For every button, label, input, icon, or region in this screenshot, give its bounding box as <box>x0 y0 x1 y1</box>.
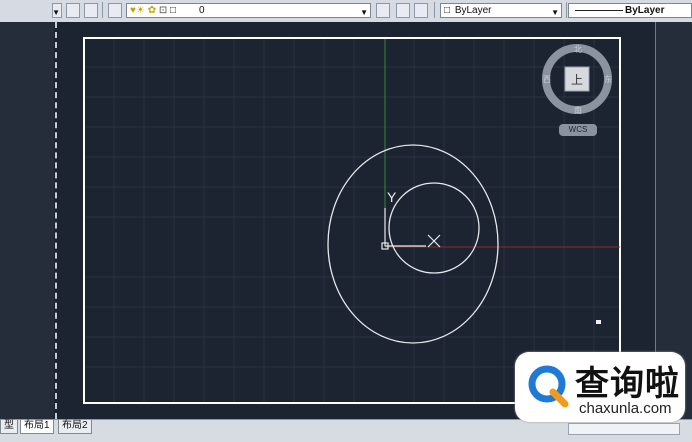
inner-circle <box>388 182 480 274</box>
watermark-logo: 查询啦 chaxunla.com <box>515 352 685 422</box>
color-dropdown[interactable]: □ ByLayer ▼ <box>440 3 562 18</box>
magnifier-q-icon <box>528 365 569 408</box>
color-value: ByLayer <box>454 5 492 16</box>
grip-marker[interactable] <box>596 320 601 324</box>
color-swatch-icon: □ <box>444 5 451 16</box>
watermark-url: chaxunla.com <box>579 400 672 417</box>
compass-east[interactable]: 东 <box>604 74 612 85</box>
color-swatch-icon: □ <box>170 5 177 16</box>
watermark-title: 查询啦 <box>575 365 680 403</box>
linetype-dropdown[interactable]: ByLayer <box>568 3 692 18</box>
tab-layout1[interactable]: 布局1 <box>20 420 54 434</box>
chevron-down-icon: ▼ <box>360 8 368 17</box>
left-margin-panel <box>0 22 54 419</box>
compass-north[interactable]: 北 <box>574 44 582 55</box>
wcs-menu-button[interactable]: WCS <box>559 124 597 136</box>
dashed-divider <box>55 22 57 419</box>
lightbulb-icon: ♥☀ <box>130 5 145 16</box>
layer-match-icon[interactable] <box>414 3 428 18</box>
layout-tab-bar: 型 布局1 布局2 <box>0 419 692 442</box>
toolbar-separator <box>566 2 567 18</box>
tab-layout2[interactable]: 布局2 <box>58 420 92 434</box>
layer-states-icon[interactable] <box>84 3 98 18</box>
toolbar-dropdown-arrow[interactable]: ▼ <box>52 3 62 18</box>
chevron-down-icon: ▼ <box>551 8 559 17</box>
viewcube[interactable]: 上 北 南 东 西 <box>540 42 614 116</box>
linetype-preview <box>575 10 623 11</box>
viewcube-top-face[interactable]: 上 <box>571 71 583 88</box>
layer-properties-icon[interactable] <box>66 3 80 18</box>
freeze-sun-icon: ✿ <box>147 5 157 16</box>
lock-icon: ⊡ <box>158 5 168 16</box>
layer-dropdown[interactable]: ♥☀ ✿ ⊡ □ 0 ▼ <box>126 3 371 18</box>
make-current-icon[interactable] <box>108 3 122 18</box>
horizontal-scrollbar[interactable] <box>568 423 680 435</box>
toolbar-separator <box>102 2 103 18</box>
compass-west[interactable]: 西 <box>543 74 551 85</box>
linetype-value: ByLayer <box>625 5 665 16</box>
layer-previous-icon[interactable] <box>396 3 410 18</box>
compass-south[interactable]: 南 <box>574 105 582 116</box>
properties-toolbar: ▼ ♥☀ ✿ ⊡ □ 0 ▼ □ ByLayer ▼ ByLayer <box>0 0 692 23</box>
toolbar-separator <box>434 2 435 18</box>
current-layer-name: 0 <box>199 5 205 16</box>
make-object-layer-current-icon[interactable] <box>376 3 390 18</box>
tab-model[interactable]: 型 <box>0 420 18 434</box>
y-axis-label: Y <box>387 189 397 205</box>
